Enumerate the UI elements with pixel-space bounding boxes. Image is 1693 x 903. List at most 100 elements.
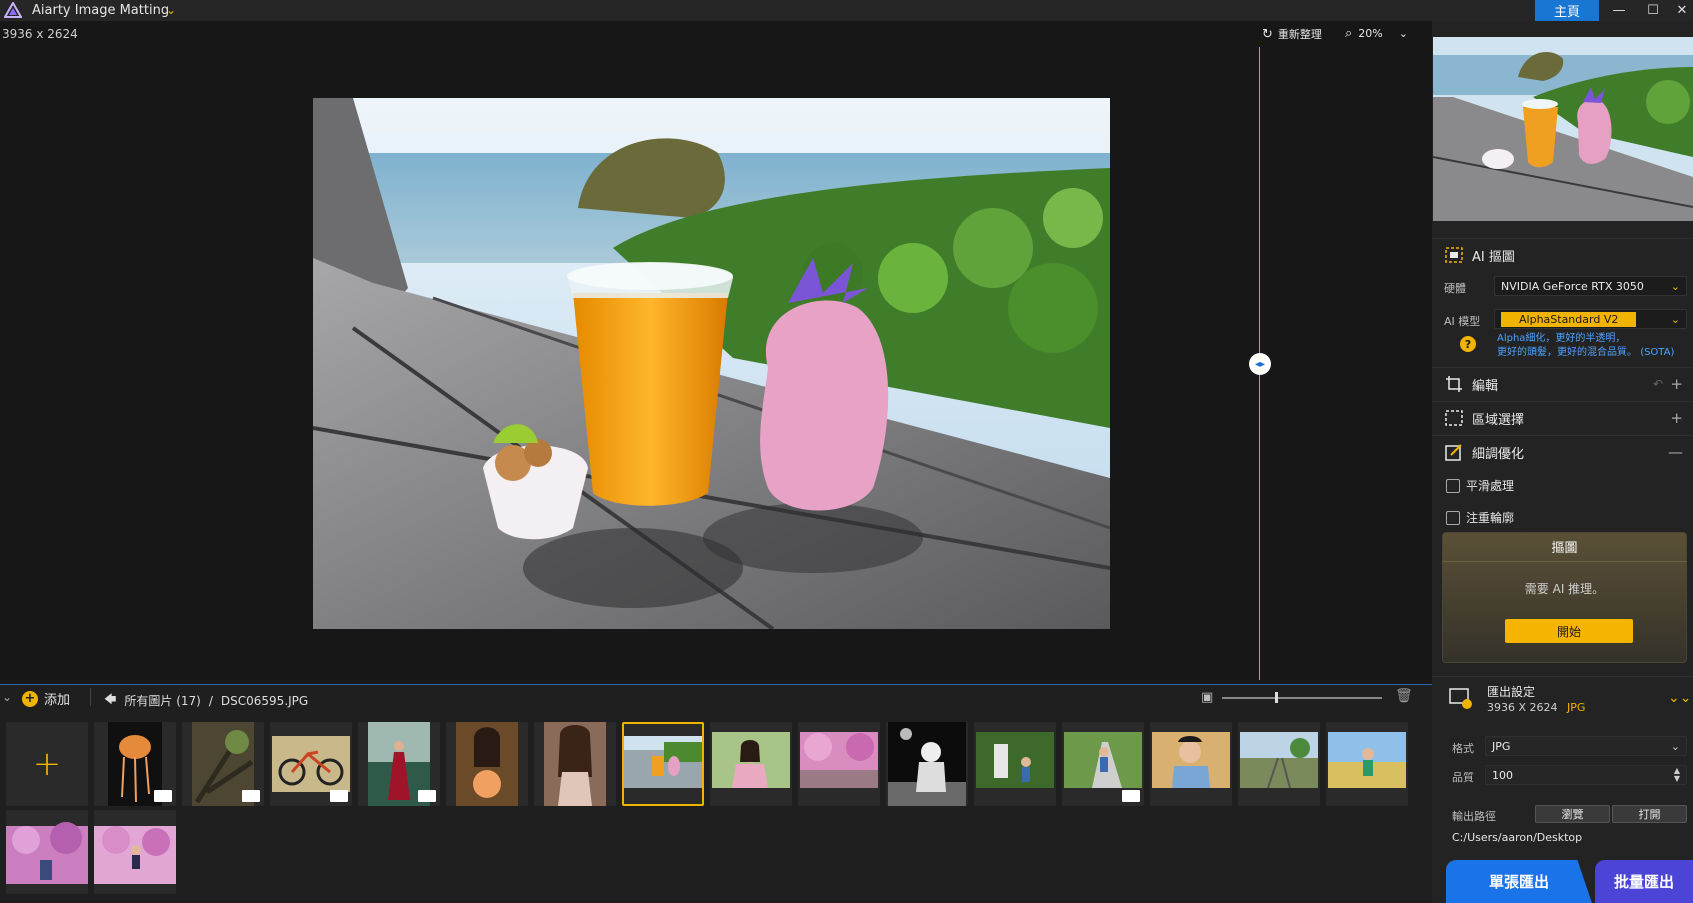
thumbnail-child-road[interactable] — [1062, 722, 1144, 806]
back-arrow-icon[interactable]: 🡄 — [104, 690, 116, 711]
thumbnail-woman-forest[interactable] — [358, 722, 440, 806]
output-path-value: C:/Users/aaron/Desktop — [1452, 831, 1583, 844]
browse-button[interactable]: 瀏覽 — [1535, 805, 1610, 823]
folder-badge — [242, 790, 260, 802]
matting-title: 摳圖 — [1442, 532, 1687, 562]
zoom-value: 20% — [1358, 27, 1383, 40]
plus-icon: + — [32, 744, 62, 784]
thumbnail-jellyfish[interactable] — [94, 722, 176, 806]
quality-value: 100 — [1492, 768, 1513, 782]
chevron-down-icon: ⌄ — [1670, 312, 1680, 326]
collapse-minus-icon[interactable]: — — [1668, 443, 1683, 461]
breadcrumb-separator: / — [208, 693, 213, 708]
divider — [90, 688, 91, 706]
edge-focus-checkbox[interactable]: 注重輪廓 — [1446, 509, 1514, 526]
region-select-label: 區域選擇 — [1472, 412, 1525, 428]
thumbnail-woman-pink[interactable] — [710, 722, 792, 806]
home-button[interactable]: 主頁 — [1535, 0, 1599, 21]
title-bar — [0, 0, 1693, 21]
folder-badge — [154, 790, 172, 802]
checkbox-box[interactable] — [1446, 510, 1460, 525]
split-handle-icon[interactable]: ◂▸ — [1249, 353, 1271, 375]
thumbnail-bicycle[interactable] — [270, 722, 352, 806]
app-title: Aiarty Image Matting — [32, 3, 170, 18]
ai-matting-label: AI 摳圖 — [1472, 249, 1515, 265]
chevron-down-icon: ⌄ — [1670, 279, 1680, 293]
thumbnail-size-slider[interactable] — [1222, 697, 1382, 699]
thumbnail-woman-portrait[interactable] — [534, 722, 616, 806]
format-value: JPG — [1492, 739, 1511, 753]
app-logo-icon — [4, 2, 22, 18]
refine-icon — [1444, 443, 1464, 461]
thumbnail-astronaut[interactable] — [886, 722, 968, 806]
refine-section[interactable]: 細調優化 — — [1432, 435, 1693, 468]
breadcrumb-all-images[interactable]: 所有圖片 (17) — [124, 692, 200, 709]
checkbox-box[interactable] — [1446, 478, 1460, 493]
format-label: 格式 — [1452, 742, 1474, 755]
thumbnail-railway[interactable] — [1238, 722, 1320, 806]
breadcrumb-file: DSC06595.JPG — [220, 693, 309, 708]
matting-note: 需要 AI 推理。 — [1524, 582, 1605, 596]
trash-icon[interactable]: 🗑 — [1395, 688, 1413, 704]
hardware-select[interactable]: NVIDIA GeForce RTX 3050 ⌄ — [1494, 276, 1687, 296]
thumbnail-cherry-sitting[interactable] — [6, 810, 88, 894]
single-export-button[interactable]: 單張匯出 — [1446, 860, 1592, 903]
slider-knob[interactable] — [1275, 692, 1278, 703]
smooth-label: 平滑處理 — [1466, 479, 1515, 493]
image-dimensions: 3936 x 2624 — [2, 27, 78, 41]
undo-icon[interactable]: ↶ — [1653, 377, 1663, 391]
region-select-section[interactable]: 區域選擇 + — [1432, 401, 1693, 434]
hardware-label: 硬體 — [1444, 282, 1466, 295]
add-image-tile[interactable]: + — [6, 722, 88, 806]
folder-badge — [1122, 790, 1140, 802]
add-label: 添加 — [44, 693, 71, 708]
thumbnail-woman-flowers[interactable] — [446, 722, 528, 806]
app-menu-chevron-icon[interactable]: ⌄ — [166, 3, 176, 17]
batch-export-button[interactable]: 批量匯出 — [1595, 860, 1693, 903]
refresh-icon: ↻ — [1262, 26, 1273, 42]
model-select[interactable]: AlphaStandard V2 ⌄ — [1494, 309, 1687, 329]
quality-stepper[interactable]: 100 ▲ ▼ — [1485, 765, 1687, 785]
region-select-icon — [1444, 409, 1464, 427]
folder-badge — [418, 790, 436, 802]
expand-plus-icon[interactable]: + — [1670, 409, 1683, 427]
start-button[interactable]: 開始 — [1505, 619, 1633, 643]
edit-label: 編輯 — [1472, 378, 1499, 394]
thumbnail-selected-juice[interactable] — [622, 722, 704, 806]
double-chevron-down-icon[interactable]: ⌄⌄ — [1668, 690, 1691, 706]
zoom-control[interactable]: ⌕ 20% ⌄ — [1345, 26, 1408, 41]
maximize-icon[interactable]: ☐ — [1638, 0, 1668, 21]
close-icon[interactable]: ✕ — [1667, 0, 1693, 21]
export-format-summary: JPG — [1567, 701, 1586, 714]
format-select[interactable]: JPG ⌄ — [1485, 736, 1687, 756]
ai-matting-section[interactable]: AI 摳圖 — [1432, 238, 1693, 271]
add-images-button[interactable]: + 添加 — [22, 689, 70, 708]
thumbnail-forest[interactable] — [182, 722, 264, 806]
stepper-arrows-icon[interactable]: ▲ ▼ — [1674, 767, 1680, 783]
model-label: AI 模型 — [1444, 315, 1481, 328]
edit-section[interactable]: 編輯 ↶ + — [1432, 367, 1693, 400]
collapse-chevron-icon[interactable]: ⌄ — [2, 690, 12, 704]
thumbnail-child-field[interactable] — [1326, 722, 1408, 806]
refine-label: 細調優化 — [1472, 446, 1525, 462]
thumbnail-cherry-jump[interactable] — [94, 810, 176, 894]
expand-plus-icon[interactable]: + — [1670, 375, 1683, 393]
export-title: 匯出設定 — [1487, 685, 1536, 699]
preview-image — [1433, 37, 1693, 221]
model-description: Alpha細化，更好的半透明， 更好的頭髮，更好的混合品質。 (SOTA) — [1497, 332, 1674, 360]
thumbnail-child-hedge[interactable] — [974, 722, 1056, 806]
open-button[interactable]: 打開 — [1612, 805, 1687, 823]
add-icon: + — [22, 690, 38, 707]
thumbnail-boy-eating[interactable] — [1150, 722, 1232, 806]
minimize-icon[interactable]: — — [1604, 0, 1634, 21]
chevron-down-icon: ⌄ — [1670, 739, 1680, 753]
folder-badge — [330, 790, 348, 802]
model-desc-line-1: Alpha細化，更好的半透明， — [1497, 333, 1626, 344]
thumbnail-cherry-path[interactable] — [798, 722, 880, 806]
refresh-button[interactable]: ↻ 重新整理 — [1262, 26, 1322, 42]
model-value: AlphaStandard V2 — [1501, 311, 1637, 327]
smooth-checkbox[interactable]: 平滑處理 — [1446, 477, 1514, 494]
crop-icon — [1444, 375, 1464, 393]
help-icon[interactable]: ? — [1460, 336, 1476, 352]
refresh-label: 重新整理 — [1277, 28, 1322, 41]
